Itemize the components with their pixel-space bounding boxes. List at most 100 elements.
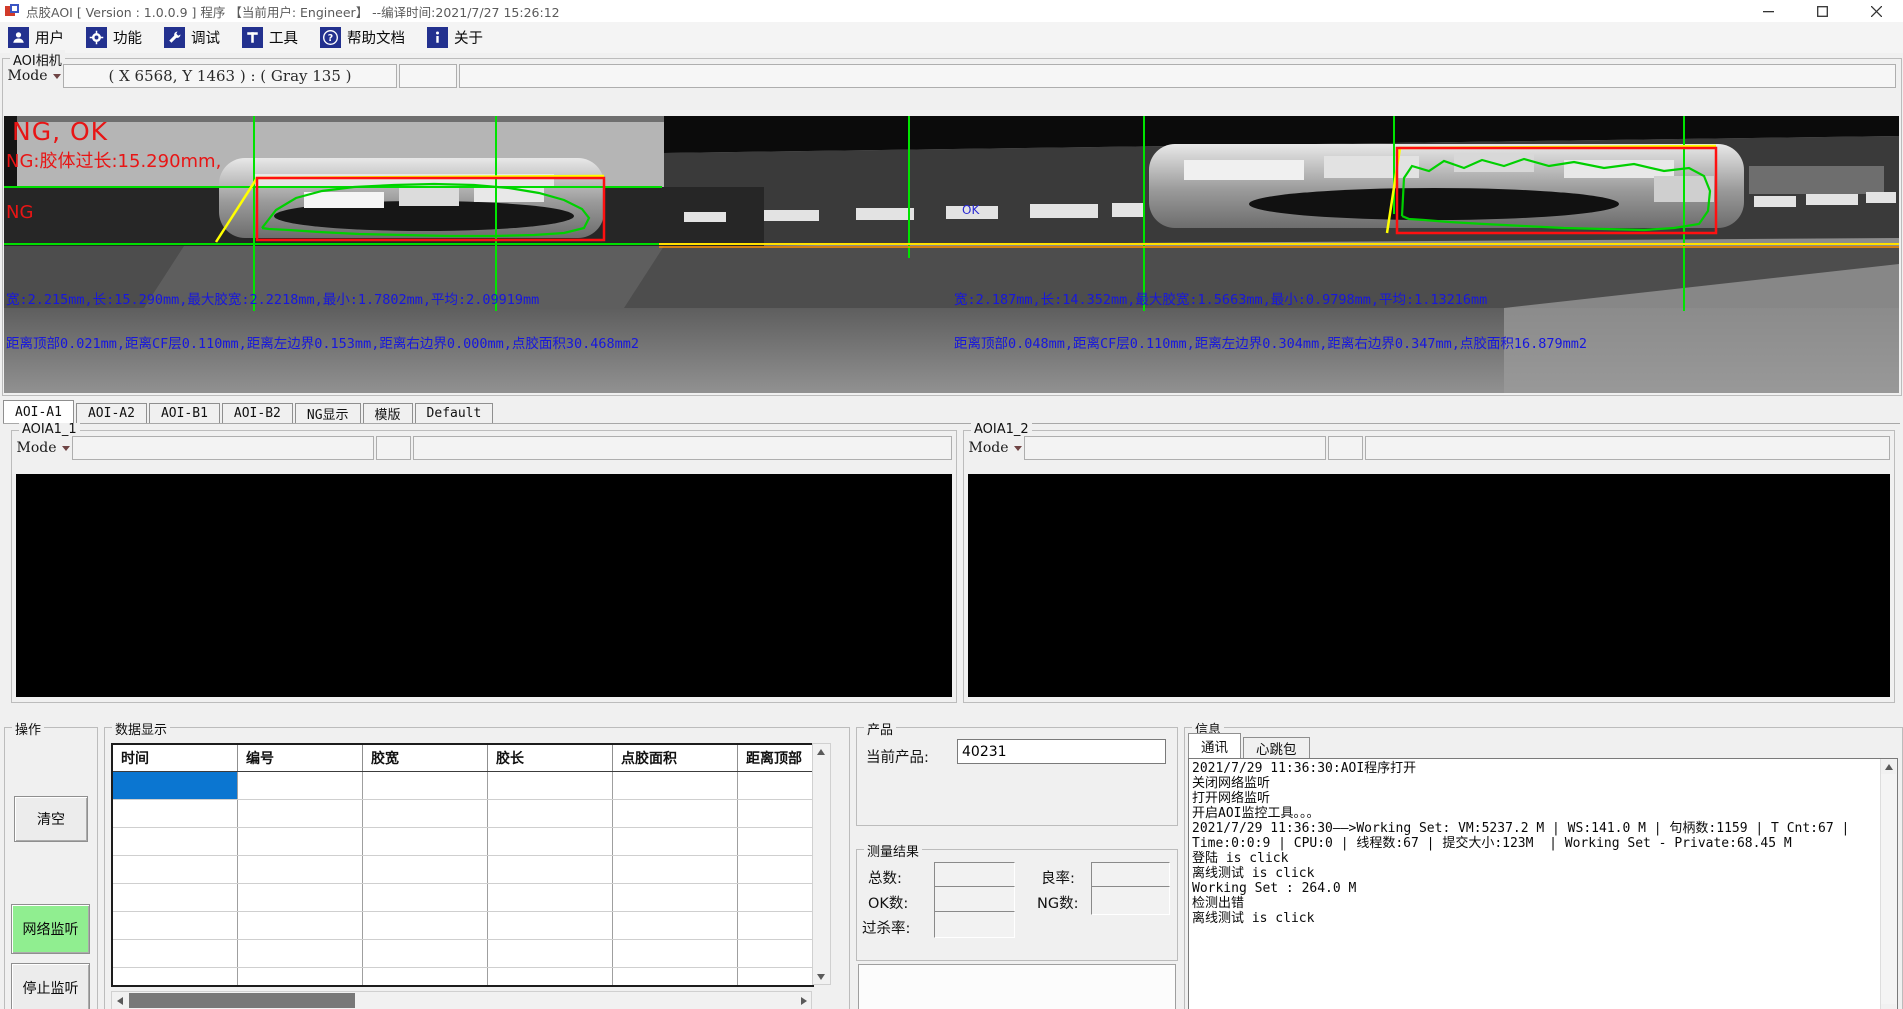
total-value-box	[934, 862, 1015, 888]
svg-text:?: ?	[328, 33, 333, 44]
tab-template[interactable]: 模版	[363, 403, 413, 423]
scroll-up-icon[interactable]	[1881, 759, 1896, 774]
help-icon: ?	[320, 27, 341, 48]
aoia1-1-image-view[interactable]	[16, 474, 952, 697]
log-line: Working Set : 264.0 M	[1192, 881, 1879, 896]
log-line: Time:0:0:9 | CPU:0 | 线程数:67 | 提交大小:123M …	[1192, 836, 1879, 851]
comms-log[interactable]: 2021/7/29 11:36:30:AOI程序打开 关闭网络监听 打开网络监听…	[1188, 758, 1898, 1009]
scroll-down-icon[interactable]	[1881, 1004, 1896, 1009]
measurement-table: 时间 编号 胶宽 胶长 点胶面积 距离顶部	[111, 743, 814, 987]
camera-image-view[interactable]: NG, OK NG:胶体过长:15.290mm, NG OK 宽:2.215mm…	[4, 116, 1899, 393]
inspection-status-text: NG, OK	[12, 118, 108, 146]
log-line: 检测出错	[1192, 896, 1879, 911]
toolbar-tools-button[interactable]: 工具	[242, 27, 298, 48]
minimize-icon	[1763, 6, 1774, 17]
network-listen-button[interactable]: 网络监听	[11, 904, 90, 954]
tab-aoi-a1[interactable]: AOI-A1	[3, 400, 74, 423]
log-line: 2021/7/29 11:36:30——>Working Set: VM:523…	[1192, 821, 1879, 836]
toolbar-debug-label: 调试	[191, 27, 220, 48]
app-window: 点胶AOI [ Version : 1.0.0.9 ] 程序 【当前用户: En…	[0, 0, 1903, 1009]
table-row[interactable]	[113, 968, 814, 988]
tab-aoi-a2[interactable]: AOI-A2	[76, 403, 147, 423]
close-button[interactable]	[1849, 0, 1903, 22]
selected-cell[interactable]	[113, 772, 238, 800]
table-row[interactable]	[113, 884, 814, 912]
log-line: 关闭网络监听	[1192, 776, 1879, 791]
table-vertical-scrollbar[interactable]	[812, 743, 831, 985]
chevron-down-icon	[62, 446, 70, 451]
scrollbar-thumb[interactable]	[129, 993, 355, 1008]
toolbar-user-button[interactable]: 用户	[8, 27, 64, 48]
camera-field-small[interactable]	[399, 64, 457, 88]
toolbar-about-button[interactable]: 关于	[427, 27, 483, 48]
info-groupbox: 信息 通讯 心跳包 2021/7/29 11:36:30:AOI程序打开 关闭网…	[1184, 727, 1903, 1009]
camera-mode-dropdown[interactable]: Mode	[7, 64, 61, 88]
info-icon	[427, 27, 448, 48]
wrench-icon	[164, 27, 185, 48]
tab-heartbeat[interactable]: 心跳包	[1243, 737, 1310, 758]
aoia1-1-field2[interactable]	[376, 436, 411, 460]
chevron-down-icon	[1014, 446, 1022, 451]
scroll-down-icon[interactable]	[813, 969, 828, 984]
toolbar-help-label: 帮助文档	[347, 27, 405, 48]
column-time[interactable]: 时间	[113, 745, 238, 772]
main-toolbar: 用户 功能 调试 工具 ? 帮助文档	[0, 22, 1903, 53]
camera-mode-row: Mode ( X 6568, Y 1463 ) : ( Gray 135 )	[7, 64, 1896, 88]
aoia1-2-image-view[interactable]	[968, 474, 1890, 697]
table-header-row: 时间 编号 胶宽 胶长 点胶面积 距离顶部	[113, 745, 814, 772]
table-row[interactable]	[113, 800, 814, 828]
stop-listen-button[interactable]: 停止监听	[11, 963, 90, 1009]
ng-count-label: NG数:	[1037, 892, 1078, 913]
aoia1-1-groupbox: AOIA1_1 Mode	[11, 430, 957, 703]
table-row[interactable]	[113, 772, 814, 800]
maximize-button[interactable]	[1795, 0, 1849, 22]
toolbar-help-button[interactable]: ? 帮助文档	[320, 27, 405, 48]
aoia1-1-mode-dropdown[interactable]: Mode	[16, 436, 70, 460]
tab-aoi-b2[interactable]: AOI-B2	[222, 403, 293, 423]
table-row[interactable]	[113, 940, 814, 968]
camera-field-long[interactable]	[459, 64, 1896, 88]
tab-comms[interactable]: 通讯	[1188, 733, 1241, 758]
scroll-left-icon[interactable]	[112, 993, 127, 1008]
aoia1-1-field1[interactable]	[72, 436, 374, 460]
table-row[interactable]	[113, 912, 814, 940]
tool-t-icon	[242, 27, 263, 48]
column-glue-length[interactable]: 胶长	[488, 745, 613, 772]
table-row[interactable]	[113, 828, 814, 856]
log-scrollbar[interactable]	[1880, 759, 1897, 1009]
tab-ng-display[interactable]: NG显示	[295, 403, 361, 423]
scroll-right-icon[interactable]	[796, 993, 811, 1008]
minimize-button[interactable]	[1741, 0, 1795, 22]
bottom-blank-panel	[858, 964, 1176, 1009]
titlebar: 点胶AOI [ Version : 1.0.0.9 ] 程序 【当前用户: En…	[0, 0, 1903, 22]
toolbar-function-button[interactable]: 功能	[86, 27, 142, 48]
column-glue-width[interactable]: 胶宽	[363, 745, 488, 772]
aoia1-2-field2[interactable]	[1328, 436, 1363, 460]
log-line: 开启AOI监控工具。。。	[1192, 806, 1879, 821]
aoia1-2-mode-dropdown[interactable]: Mode	[968, 436, 1022, 460]
table-row[interactable]	[113, 856, 814, 884]
aoia1-2-label: AOIA1_2	[971, 422, 1032, 437]
log-line: 2021/7/29 11:36:30:AOI程序打开	[1192, 761, 1879, 776]
current-product-input[interactable]	[957, 739, 1166, 764]
column-distance-top[interactable]: 距离顶部	[738, 745, 815, 772]
table-horizontal-scrollbar[interactable]	[111, 991, 812, 1009]
aoia1-2-field3[interactable]	[1365, 436, 1890, 460]
scroll-up-icon[interactable]	[813, 744, 828, 759]
column-glue-area[interactable]: 点胶面积	[613, 745, 738, 772]
user-icon	[8, 27, 29, 48]
overkill-label: 过杀率:	[862, 917, 910, 938]
tab-default[interactable]: Default	[415, 403, 494, 423]
data-display-group-label: 数据显示	[112, 719, 170, 738]
log-line: 离线测试 is click	[1192, 866, 1879, 881]
clear-button[interactable]: 清空	[14, 796, 88, 842]
tab-aoi-b1[interactable]: AOI-B1	[149, 403, 220, 423]
aoia1-2-field1[interactable]	[1024, 436, 1326, 460]
window-controls	[1741, 0, 1903, 22]
aoia1-1-field3[interactable]	[413, 436, 952, 460]
info-tab-strip: 通讯 心跳包	[1188, 734, 1312, 758]
column-id[interactable]: 编号	[238, 745, 363, 772]
toolbar-debug-button[interactable]: 调试	[164, 27, 220, 48]
operations-group-label: 操作	[12, 719, 44, 738]
camera-coordinates-text: ( X 6568, Y 1463 ) : ( Gray 135 )	[108, 67, 351, 85]
